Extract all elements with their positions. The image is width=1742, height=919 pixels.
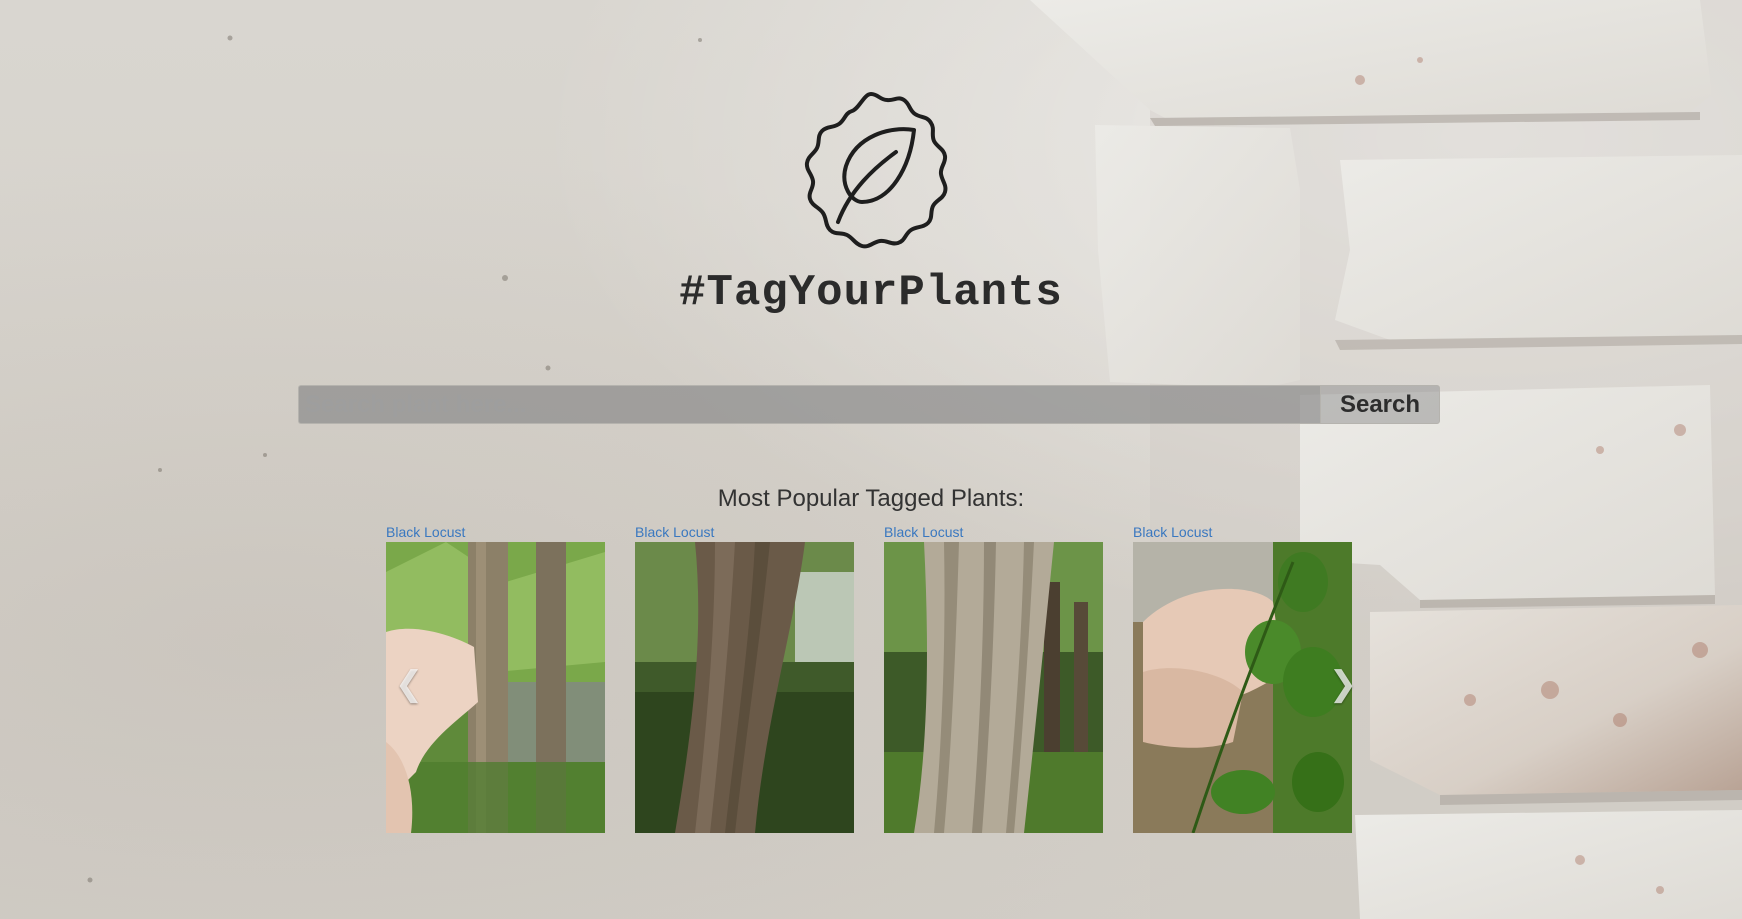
chevron-right-icon[interactable]: ❯ [1328, 664, 1358, 704]
search-form: Search [298, 385, 1440, 424]
chevron-left-icon[interactable]: ❮ [394, 664, 424, 704]
plant-link[interactable]: Black Locust [386, 524, 605, 541]
popular-heading: Most Popular Tagged Plants: [717, 485, 1025, 512]
leaf-badge-icon [804, 91, 948, 249]
plant-card: Black Locust [635, 524, 854, 833]
popular-plants-carousel: Black Locust Black Locust Black Locust B… [386, 524, 1357, 834]
plant-link[interactable]: Black Locust [1133, 524, 1352, 541]
plant-link[interactable]: Black Locust [635, 524, 854, 541]
plant-card: Black Locust [1133, 524, 1352, 833]
search-input[interactable] [298, 385, 1320, 424]
search-button[interactable]: Search [1320, 385, 1440, 424]
plant-link[interactable]: Black Locust [884, 524, 1103, 541]
plant-photo[interactable] [884, 542, 1103, 833]
plant-photo[interactable] [1133, 542, 1352, 833]
site-title: #TagYourPlants [679, 268, 1063, 318]
plant-card: Black Locust [884, 524, 1103, 833]
plant-photo[interactable] [635, 542, 854, 833]
